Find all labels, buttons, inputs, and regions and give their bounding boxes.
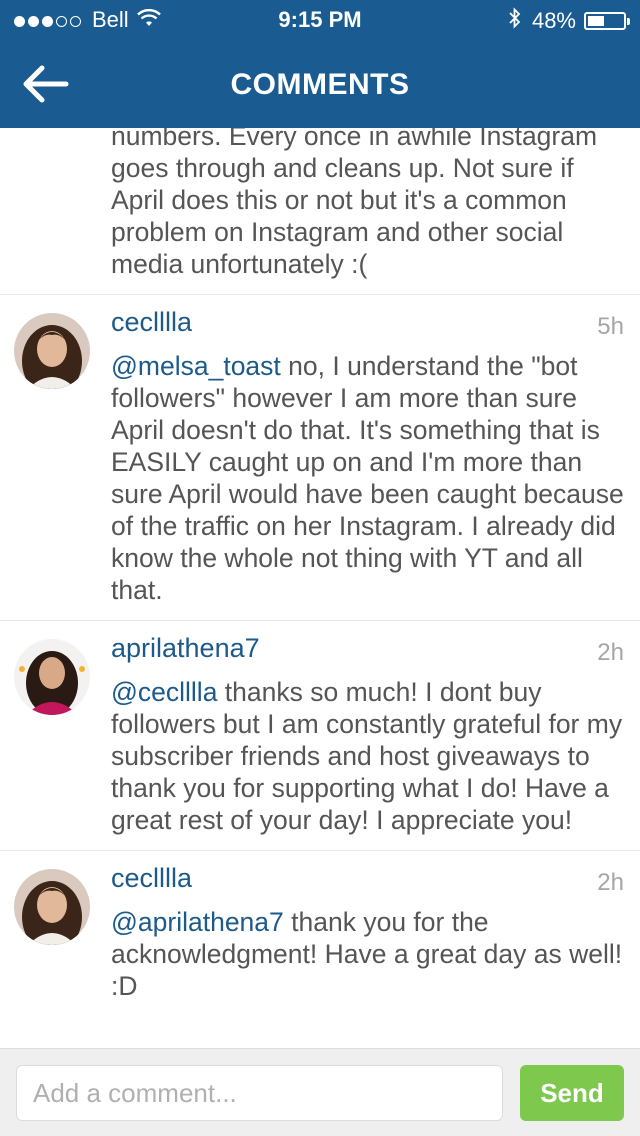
comment-text: numbers. Every once in awhile Instagram … xyxy=(111,128,598,279)
comment-mention[interactable]: @melsa_toast xyxy=(111,351,281,381)
nav-bar: COMMENTS xyxy=(0,40,640,128)
avatar[interactable] xyxy=(14,313,90,389)
comment-text: @melsa_toast no, I understand the "bot f… xyxy=(111,338,624,620)
page-title: COMMENTS xyxy=(230,68,410,101)
comment-timestamp: 5h xyxy=(597,313,624,340)
comment-username[interactable]: aprilathena7 xyxy=(111,621,624,664)
bluetooth-icon xyxy=(508,7,522,35)
comment-text: @aprilathena7 thank you for the acknowle… xyxy=(111,894,624,1016)
comment-timestamp: 2h xyxy=(597,869,624,896)
avatar[interactable] xyxy=(14,869,90,945)
comment-body: no, I understand the "bot followers" how… xyxy=(111,351,624,605)
comment-mention[interactable]: @ceclllla xyxy=(111,677,217,707)
comment-input[interactable] xyxy=(16,1065,503,1121)
comments-list[interactable]: numbers. Every once in awhile Instagram … xyxy=(0,128,640,1048)
comment-username[interactable]: ceclllla xyxy=(111,295,624,338)
comment-username[interactable]: ceclllla xyxy=(111,851,624,894)
comment-item: numbers. Every once in awhile Instagram … xyxy=(0,128,640,295)
battery-icon xyxy=(584,12,630,30)
status-bar: Bell 9:15 PM 48% xyxy=(0,0,640,40)
battery-percent: 48% xyxy=(531,8,576,33)
comment-composer: Send xyxy=(0,1048,640,1136)
send-button[interactable]: Send xyxy=(520,1065,624,1121)
avatar[interactable] xyxy=(14,639,90,715)
comment-item: ceclllla @aprilathena7 thank you for the… xyxy=(0,851,640,1016)
comment-text: @ceclllla thanks so much! I dont buy fol… xyxy=(111,664,624,850)
comment-item: ceclllla @melsa_toast no, I understand t… xyxy=(0,295,640,621)
header-bar: Bell 9:15 PM 48% COMMENTS xyxy=(0,0,640,128)
comment-mention[interactable]: @aprilathena7 xyxy=(111,907,284,937)
comment-item: aprilathena7 @ceclllla thanks so much! I… xyxy=(0,621,640,851)
comment-timestamp: 2h xyxy=(597,639,624,666)
